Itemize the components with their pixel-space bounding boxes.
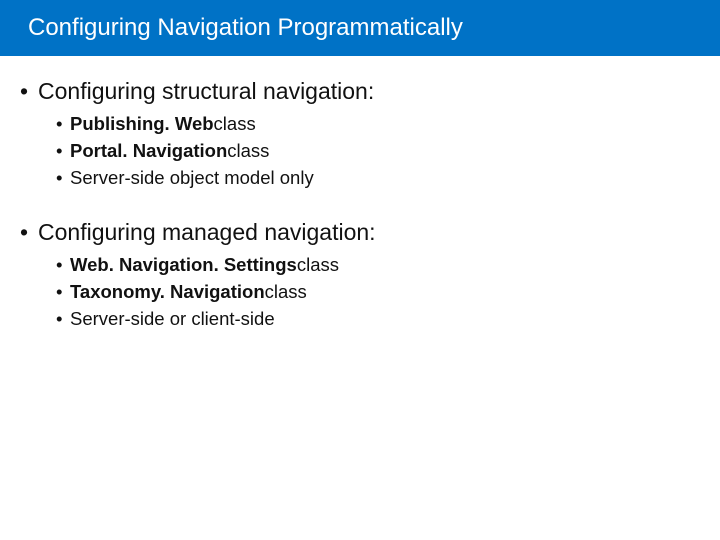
sub-list: • Web. Navigation. Settingsclass • Taxon… xyxy=(56,252,704,332)
bullet-icon: • xyxy=(56,279,70,306)
section-heading: • Configuring structural navigation: xyxy=(16,78,704,105)
list-item-text: Server-side object model only xyxy=(70,165,314,192)
list-item: • Server-side or client-side xyxy=(56,306,704,333)
bullet-icon: • xyxy=(56,165,70,192)
list-item-text: Taxonomy. Navigationclass xyxy=(70,279,307,306)
list-item: • Web. Navigation. Settingsclass xyxy=(56,252,704,279)
section-heading-text: Configuring managed navigation: xyxy=(38,219,376,246)
list-item-text: Publishing. Webclass xyxy=(70,111,256,138)
section-heading: • Configuring managed navigation: xyxy=(16,219,704,246)
slide-header: Configuring Navigation Programmatically xyxy=(0,0,720,56)
list-item-text: Web. Navigation. Settingsclass xyxy=(70,252,339,279)
slide-body: • Configuring structural navigation: • P… xyxy=(0,56,720,333)
list-item: • Taxonomy. Navigationclass xyxy=(56,279,704,306)
bullet-icon: • xyxy=(56,111,70,138)
list-item: • Server-side object model only xyxy=(56,165,704,192)
list-item: • Portal. Navigationclass xyxy=(56,138,704,165)
list-item: • Publishing. Webclass xyxy=(56,111,704,138)
bullet-icon: • xyxy=(56,138,70,165)
bullet-icon: • xyxy=(16,219,38,246)
bullet-icon: • xyxy=(56,252,70,279)
bullet-icon: • xyxy=(16,78,38,105)
list-item-text: Portal. Navigationclass xyxy=(70,138,269,165)
slide-title: Configuring Navigation Programmatically xyxy=(28,14,463,42)
sub-list: • Publishing. Webclass • Portal. Navigat… xyxy=(56,111,704,191)
list-item-text: Server-side or client-side xyxy=(70,306,275,333)
bullet-icon: • xyxy=(56,306,70,333)
section-heading-text: Configuring structural navigation: xyxy=(38,78,374,105)
